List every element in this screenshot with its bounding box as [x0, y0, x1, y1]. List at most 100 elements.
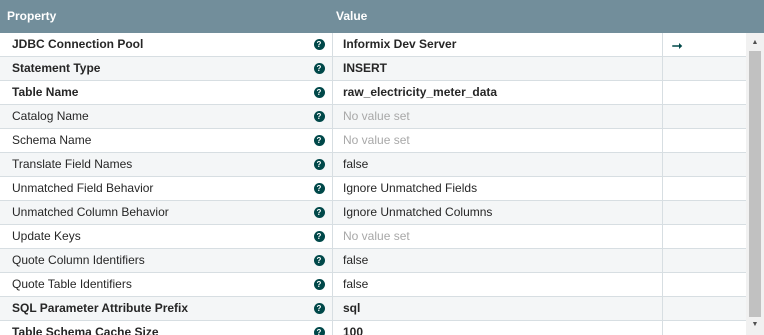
property-help[interactable]: ? — [307, 33, 331, 56]
column-divider — [662, 225, 663, 249]
property-help[interactable]: ? — [307, 297, 331, 320]
help-circle-icon[interactable]: ? — [313, 87, 325, 99]
property-help[interactable]: ? — [307, 105, 331, 128]
property-value[interactable]: false — [343, 249, 655, 272]
column-divider — [662, 129, 663, 153]
table-row[interactable]: Schema Name? No value set — [0, 129, 746, 153]
property-value[interactable]: Ignore Unmatched Fields — [343, 177, 655, 200]
property-help[interactable]: ? — [307, 225, 331, 248]
property-value[interactable]: INSERT — [343, 57, 655, 80]
column-header-property[interactable]: Property — [7, 0, 56, 33]
column-divider — [662, 273, 663, 297]
property-name: Catalog Name — [12, 109, 89, 123]
column-divider — [662, 81, 663, 105]
column-divider — [662, 105, 663, 129]
property-help[interactable]: ? — [307, 129, 331, 152]
table-row[interactable]: Unmatched Field Behavior? Ignore Unmatche… — [0, 177, 746, 201]
table-row[interactable]: Quote Column Identifiers? false — [0, 249, 746, 273]
property-help[interactable]: ? — [307, 201, 331, 224]
column-divider — [662, 321, 663, 335]
table-row[interactable]: Update Keys? No value set — [0, 225, 746, 249]
table-row[interactable]: JDBC Connection Pool? Informix Dev Server… — [0, 33, 746, 57]
table-header: Property Value — [0, 0, 764, 33]
table-row[interactable]: Statement Type? INSERT — [0, 57, 746, 81]
column-divider — [332, 225, 333, 249]
help-circle-icon[interactable]: ? — [313, 303, 325, 315]
column-divider — [332, 201, 333, 225]
scroll-up-arrow-icon[interactable]: ▲ — [746, 36, 764, 50]
properties-table: Property Value JDBC Connection Pool? Info… — [0, 0, 764, 335]
help-circle-icon[interactable]: ? — [313, 327, 325, 335]
property-value[interactable]: false — [343, 273, 655, 296]
column-divider — [332, 33, 333, 57]
property-value[interactable]: No value set — [343, 225, 655, 248]
table-row[interactable]: Quote Table Identifiers? false — [0, 273, 746, 297]
column-divider — [332, 105, 333, 129]
column-divider — [332, 177, 333, 201]
help-circle-icon[interactable]: ? — [313, 255, 325, 267]
table-row[interactable]: SQL Parameter Attribute Prefix? sql — [0, 297, 746, 321]
property-name: Unmatched Field Behavior — [12, 181, 154, 195]
property-name: Update Keys — [12, 229, 81, 243]
help-circle-icon[interactable]: ? — [313, 135, 325, 147]
property-help[interactable]: ? — [307, 249, 331, 272]
help-circle-icon[interactable]: ? — [313, 39, 325, 51]
scrollbar-thumb[interactable] — [749, 51, 761, 317]
help-circle-icon[interactable]: ? — [313, 111, 325, 123]
column-divider — [662, 153, 663, 177]
property-value[interactable]: sql — [343, 297, 655, 320]
column-divider — [332, 57, 333, 81]
property-value[interactable]: 100 — [343, 321, 655, 335]
column-divider — [662, 201, 663, 225]
column-divider — [332, 81, 333, 105]
property-name: Unmatched Column Behavior — [12, 205, 169, 219]
table-row[interactable]: Table Schema Cache Size? 100 — [0, 321, 746, 335]
column-divider — [662, 33, 663, 57]
column-divider — [662, 249, 663, 273]
table-row[interactable]: Unmatched Column Behavior? Ignore Unmatch… — [0, 201, 746, 225]
property-value[interactable]: Informix Dev Server — [343, 33, 655, 56]
property-help[interactable]: ? — [307, 57, 331, 80]
table-row[interactable]: Translate Field Names? false — [0, 153, 746, 177]
arrow-right-icon[interactable]: ⭢ — [672, 37, 682, 52]
go-to-service-button[interactable]: ⭢ — [672, 33, 712, 56]
help-circle-icon[interactable]: ? — [313, 231, 325, 243]
property-value[interactable]: raw_electricity_meter_data — [343, 81, 655, 104]
column-divider — [332, 153, 333, 177]
column-divider — [332, 297, 333, 321]
column-divider — [332, 249, 333, 273]
column-divider — [662, 177, 663, 201]
column-divider — [662, 297, 663, 321]
property-help[interactable]: ? — [307, 153, 331, 176]
table-body: JDBC Connection Pool? Informix Dev Server… — [0, 33, 746, 335]
property-help[interactable]: ? — [307, 81, 331, 104]
help-circle-icon[interactable]: ? — [313, 279, 325, 291]
table-row[interactable]: Catalog Name? No value set — [0, 105, 746, 129]
property-help[interactable]: ? — [307, 177, 331, 200]
scroll-down-arrow-icon[interactable]: ▼ — [746, 318, 764, 332]
property-name: Table Schema Cache Size — [12, 325, 159, 335]
column-divider — [662, 57, 663, 81]
help-circle-icon[interactable]: ? — [313, 63, 325, 75]
property-value[interactable]: No value set — [343, 129, 655, 152]
table-row[interactable]: Table Name? raw_electricity_meter_data — [0, 81, 746, 105]
help-circle-icon[interactable]: ? — [313, 183, 325, 195]
column-divider — [332, 129, 333, 153]
help-circle-icon[interactable]: ? — [313, 159, 325, 171]
property-name: Quote Column Identifiers — [12, 253, 145, 267]
vertical-scrollbar[interactable]: ▲ ▼ — [746, 33, 764, 335]
property-value[interactable]: Ignore Unmatched Columns — [343, 201, 655, 224]
property-help[interactable]: ? — [307, 321, 331, 335]
property-help[interactable]: ? — [307, 273, 331, 296]
column-divider — [332, 273, 333, 297]
property-value[interactable]: No value set — [343, 105, 655, 128]
help-circle-icon[interactable]: ? — [313, 207, 325, 219]
column-divider — [332, 321, 333, 335]
property-value[interactable]: false — [343, 153, 655, 176]
column-header-value[interactable]: Value — [336, 0, 367, 33]
property-name: Translate Field Names — [12, 157, 133, 171]
property-name: Table Name — [12, 85, 79, 99]
property-name: JDBC Connection Pool — [12, 37, 144, 51]
property-name: Schema Name — [12, 133, 92, 147]
property-name: Statement Type — [12, 61, 101, 75]
